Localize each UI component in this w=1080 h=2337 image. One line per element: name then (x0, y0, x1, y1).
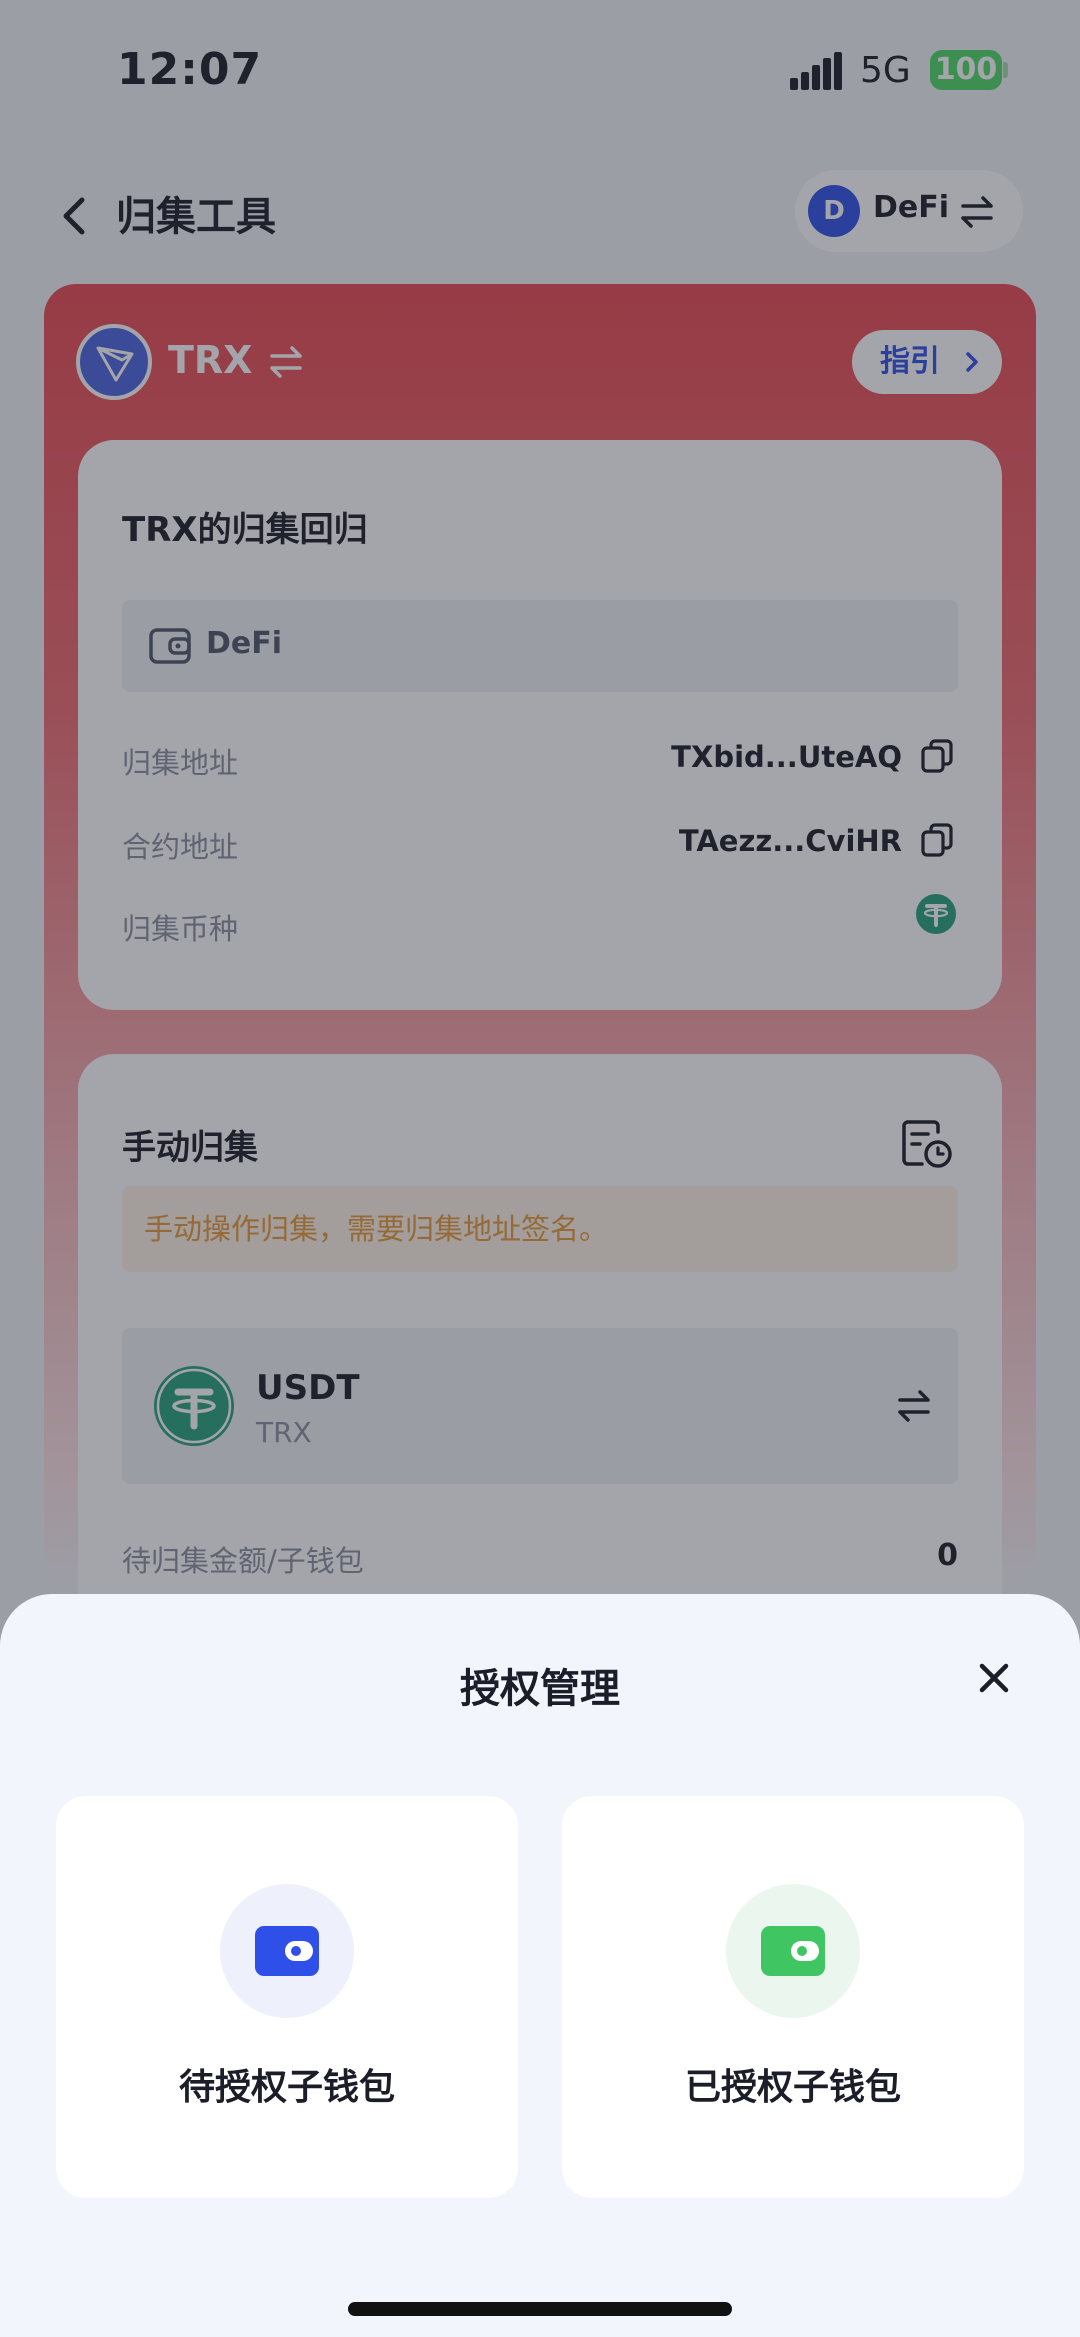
wallet-icon (255, 1926, 319, 1976)
authorized-wallet-badge (726, 1884, 860, 2018)
authorization-sheet: 授权管理 待授权子钱包 已授权子钱包 (0, 1594, 1080, 2337)
pending-wallet-badge (220, 1884, 354, 2018)
home-indicator[interactable] (348, 2302, 732, 2316)
pending-subwallets-option[interactable]: 待授权子钱包 (56, 1796, 518, 2198)
close-icon[interactable] (972, 1656, 1016, 1700)
pending-subwallets-label: 待授权子钱包 (178, 2067, 395, 2108)
authorized-subwallets-option[interactable]: 已授权子钱包 (562, 1796, 1024, 2198)
wallet-icon (761, 1926, 825, 1976)
authorized-subwallets-label: 已授权子钱包 (684, 2067, 901, 2108)
sheet-title: 授权管理 (460, 1666, 620, 1712)
